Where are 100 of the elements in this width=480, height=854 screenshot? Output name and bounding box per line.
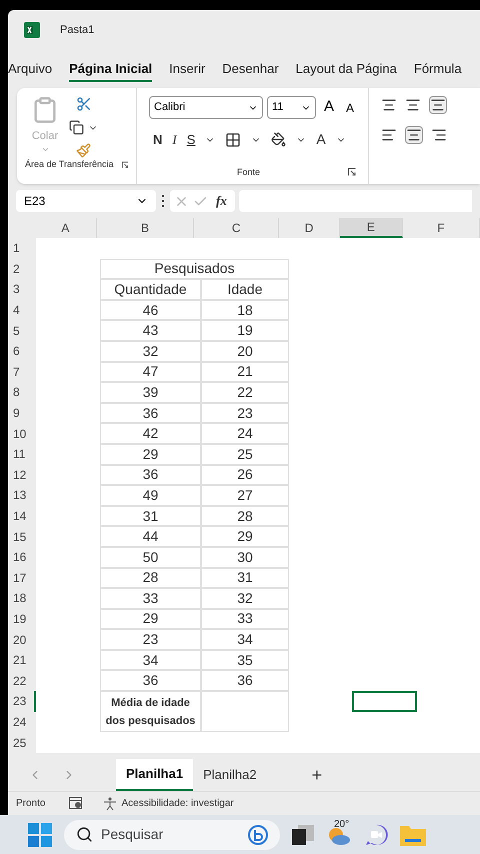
row-header[interactable]: 8 [8,382,36,403]
column-header[interactable]: E [340,218,403,238]
table-cell: 26 [201,464,289,486]
start-icon[interactable] [28,822,52,846]
row-header[interactable]: 10 [8,423,36,444]
table-cell: 21 [201,362,289,382]
row-header[interactable]: 16 [8,546,36,568]
folder-icon[interactable] [400,824,426,846]
selected-cell[interactable] [352,691,417,712]
table-cell: 28 [201,506,289,526]
row-header[interactable]: 4 [8,300,36,320]
row-header[interactable]: 19 [8,608,36,630]
dialog-launcher-icon[interactable] [348,168,356,176]
row-header[interactable]: 9 [8,402,36,424]
table-cell: 32 [100,340,201,362]
table-cell: 33 [100,588,201,609]
group-label: Área de Transferência [25,158,114,171]
dialog-launcher-icon[interactable] [122,160,128,169]
row-header[interactable]: 2 [8,258,36,280]
row-header[interactable]: 7 [8,362,36,382]
table-cell: 36 [100,670,201,692]
chat-logo-icon[interactable] [248,824,268,844]
row-header[interactable]: 13 [8,485,36,506]
table-cell: 24 [201,423,289,444]
align-center-icon[interactable] [405,126,423,144]
row-header[interactable]: 3 [8,279,36,300]
table-cell: 36 [201,670,289,692]
ribbon-tab[interactable]: Arquivo [8,58,52,82]
row-header[interactable]: 21 [8,650,36,670]
row-header[interactable]: 18 [8,588,36,609]
table-title: Pesquisados [100,258,289,280]
search-icon [76,826,93,843]
fill-color-icon[interactable] [271,132,286,147]
ribbon-tab[interactable]: Inserir [169,58,206,82]
status-text: Pronto [16,797,46,811]
font-size-dropdown[interactable]: 11 [267,96,316,119]
ribbon-tab[interactable]: Fórmula [414,58,462,82]
table-cell: 35 [201,650,289,670]
row-header[interactable]: 20 [8,629,36,650]
grow-font-button[interactable]: A [324,96,338,119]
font-name-dropdown[interactable]: Calibri [149,96,263,119]
table-cell: 22 [201,382,289,403]
table-cell: 36 [100,464,201,486]
font-color-button[interactable]: A [316,129,326,150]
row-header[interactable]: 25 [8,732,36,753]
table-cell: 23 [201,402,289,424]
table-cell: 44 [100,526,201,547]
table-cell: 31 [201,568,289,588]
copy-icon[interactable] [69,120,98,135]
ribbon-tab[interactable]: Página Inicial [69,58,152,82]
name-box[interactable]: E23 [16,190,156,212]
table-cell: 50 [100,546,201,568]
macro-record-icon[interactable] [69,797,84,810]
table-cell: 47 [100,362,201,382]
table-cell: 18 [201,300,289,320]
row-header[interactable]: 5 [8,320,36,341]
sheet-tab[interactable]: Planilha1 [116,759,194,791]
row-header[interactable]: 23 [8,691,36,712]
row-header[interactable]: 11 [8,444,36,465]
task-view-icon[interactable] [292,824,314,844]
row-header[interactable]: 6 [8,340,36,362]
underline-button[interactable]: S [186,130,196,150]
table-cell: 34 [100,650,201,670]
row-header[interactable]: 1 [8,238,36,259]
add-sheet-button[interactable]: + [312,762,322,788]
table-cell: 28 [100,568,201,588]
table-cell-text: Média de idade dos pesquisados [104,696,196,729]
ribbon-tab[interactable]: Desenhar [222,58,279,82]
shrink-font-button[interactable]: A [346,98,354,116]
table-cell: 29 [100,608,201,630]
table-cell: 23 [100,629,201,650]
ribbon-tab[interactable]: Layout da Página [296,58,397,82]
more-icon[interactable] [160,195,166,207]
table-cell: 29 [201,526,289,547]
row-header[interactable]: 17 [8,568,36,588]
accessibility-status[interactable]: Acessibilidade: investigar [121,796,234,811]
row-header[interactable]: 24 [8,712,36,732]
accessibility-icon[interactable] [103,796,118,810]
table-cell: 30 [201,546,289,568]
sheet-tab[interactable]: Planilha2 [193,759,267,791]
row-header[interactable]: 22 [8,670,36,692]
table-cell: 31 [100,506,201,526]
table-cell: 32 [201,588,289,609]
table-cell: 29 [100,444,201,465]
table-cell: 36 [100,402,201,424]
table-cell: 20 [201,340,289,362]
row-header[interactable]: 15 [8,526,36,547]
table-cell: 46 [100,300,201,320]
row-header[interactable]: 14 [8,506,36,526]
table-cell: 39 [100,382,201,403]
borders-icon[interactable] [225,132,242,148]
table-cell: 49 [100,485,201,506]
video-call-icon[interactable] [364,822,388,846]
column-heading: Quantidade [100,279,201,300]
spreadsheet-app-icon [24,22,40,38]
table-cell: 27 [201,485,289,506]
bold-button[interactable]: N [153,130,162,150]
taskbar-search-field[interactable]: Pesquisar [64,820,280,850]
row-header[interactable]: 12 [8,464,36,486]
italic-button[interactable]: I [172,130,177,150]
